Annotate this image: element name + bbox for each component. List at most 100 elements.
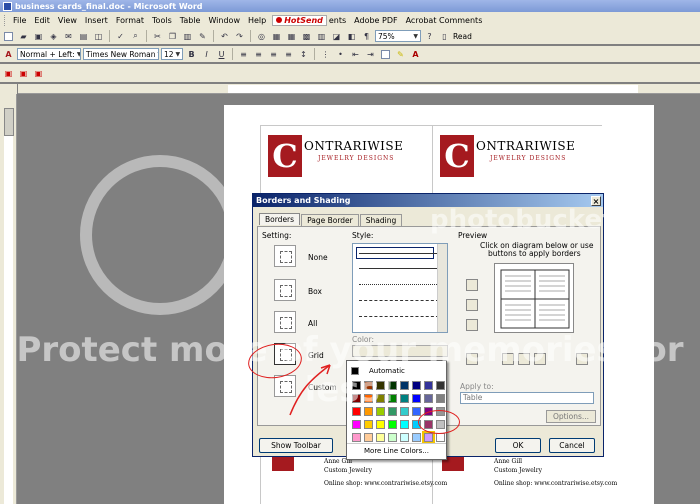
convert-to-pdf-icon[interactable]: ▣ [2,67,15,79]
color-swatch[interactable] [364,420,373,429]
inside-vertical-border-button[interactable] [518,353,530,365]
open-folder-icon[interactable]: ▰ [17,30,30,42]
columns-icon[interactable]: ▥ [315,30,328,42]
inside-horizontal-border-button[interactable] [466,299,478,311]
show-hide-icon[interactable]: ¶ [360,30,373,42]
read-icon[interactable]: ▯ [438,30,451,42]
horizontal-ruler[interactable] [18,84,700,94]
bottom-border-button[interactable] [466,319,478,331]
menu-tools[interactable]: Tools [148,16,176,25]
italic-icon[interactable]: I [200,48,213,60]
show-toolbar-button[interactable]: Show Toolbar [259,438,333,453]
color-swatch[interactable] [436,420,445,429]
outside-border-icon[interactable] [379,48,392,60]
diagonal-down-border-button[interactable] [466,353,478,365]
convert-and-review-icon[interactable]: ▣ [32,67,45,79]
color-swatch[interactable] [388,394,397,403]
drawing-icon[interactable]: ◪ [330,30,343,42]
color-swatch[interactable] [422,431,435,444]
align-right-icon[interactable]: ≡ [267,48,280,60]
color-swatch[interactable] [424,407,433,416]
align-center-icon[interactable]: ≡ [252,48,265,60]
color-swatch[interactable] [388,407,397,416]
read-label[interactable]: Read [453,32,472,41]
color-swatch[interactable] [436,381,445,390]
color-swatch[interactable] [376,420,385,429]
menu-acrobat-comments[interactable]: Acrobat Comments [402,16,487,25]
color-swatch[interactable] [436,394,445,403]
color-swatch[interactable] [364,407,373,416]
color-swatch[interactable] [412,420,421,429]
color-swatch[interactable] [352,381,361,390]
setting-custom-label[interactable]: Custom [308,383,337,392]
color-swatch[interactable] [364,433,373,442]
menu-insert[interactable]: Insert [81,16,112,25]
ok-button[interactable]: OK [495,438,541,453]
bold-icon[interactable]: B [185,48,198,60]
color-swatch[interactable] [352,433,361,442]
line-spacing-icon[interactable]: ↕ [297,48,310,60]
menu-adobe-pdf[interactable]: Adobe PDF [350,16,401,25]
format-painter-icon[interactable]: ✎ [196,30,209,42]
color-swatch[interactable] [412,381,421,390]
insert-excel-icon[interactable]: ▩ [300,30,313,42]
color-swatch[interactable] [364,394,373,403]
setting-box-label[interactable]: Box [308,287,322,296]
color-swatch[interactable] [412,394,421,403]
setting-none-label[interactable]: None [308,253,328,262]
color-swatch[interactable] [400,433,409,442]
menu-table[interactable]: Table [176,16,205,25]
color-swatch[interactable] [364,381,373,390]
menu-window[interactable]: Window [204,16,244,25]
color-swatch[interactable] [388,420,397,429]
save-icon[interactable]: ▣ [32,30,45,42]
options-button[interactable]: Options... [546,410,596,423]
menu-edit[interactable]: Edit [30,16,54,25]
print-preview-icon[interactable]: ◫ [92,30,105,42]
color-swatch[interactable] [376,394,385,403]
dialog-title-bar[interactable]: Borders and Shading × [253,194,603,207]
insert-table-icon[interactable]: ▦ [285,30,298,42]
cancel-button[interactable]: Cancel [549,438,595,453]
apply-to-dropdown[interactable]: Table [460,392,594,404]
numbering-icon[interactable]: ⋮ [319,48,332,60]
line-style-option[interactable] [359,316,439,317]
new-document-icon[interactable] [2,30,15,42]
setting-all-label[interactable]: All [308,319,317,328]
color-palette-popup[interactable]: Automatic More Line Colors... [346,360,447,460]
line-style-list[interactable] [352,243,448,333]
color-swatch[interactable] [388,381,397,390]
tab-borders[interactable]: Borders [259,213,301,225]
research-icon[interactable]: ⌕ [129,30,142,42]
line-color-dropdown[interactable] [352,345,448,357]
permission-icon[interactable]: ◈ [47,30,60,42]
setting-all-icon[interactable] [274,311,296,333]
color-swatch[interactable] [376,433,385,442]
setting-grid-label[interactable]: Grid [308,351,324,360]
align-left-icon[interactable]: ≡ [237,48,250,60]
color-swatch[interactable] [400,407,409,416]
paste-icon[interactable]: ▥ [181,30,194,42]
decrease-indent-icon[interactable]: ⇤ [349,48,362,60]
hotsend-button[interactable]: HotSend [272,14,327,26]
menu-file[interactable]: File [9,16,30,25]
color-swatch[interactable] [400,420,409,429]
copy-icon[interactable]: ❐ [166,30,179,42]
menu-help[interactable]: Help [244,16,270,25]
vertical-ruler[interactable] [0,94,17,504]
color-swatch[interactable] [436,433,445,442]
border-preview[interactable] [494,263,574,333]
print-icon[interactable]: ▤ [77,30,90,42]
color-swatch[interactable] [376,407,385,416]
ruler-corner[interactable] [0,84,17,94]
style-combo[interactable]: Normal + Left: ▼ [17,48,81,60]
color-swatch[interactable] [400,394,409,403]
font-color-icon[interactable]: A [409,48,422,60]
color-swatch[interactable] [400,381,409,390]
setting-custom-icon[interactable] [274,375,296,397]
bullets-icon[interactable]: • [334,48,347,60]
styles-formatting-icon[interactable]: A [2,48,15,60]
highlight-icon[interactable]: ✎ [394,48,407,60]
color-swatch[interactable] [376,381,385,390]
help-icon[interactable]: ? [423,30,436,42]
